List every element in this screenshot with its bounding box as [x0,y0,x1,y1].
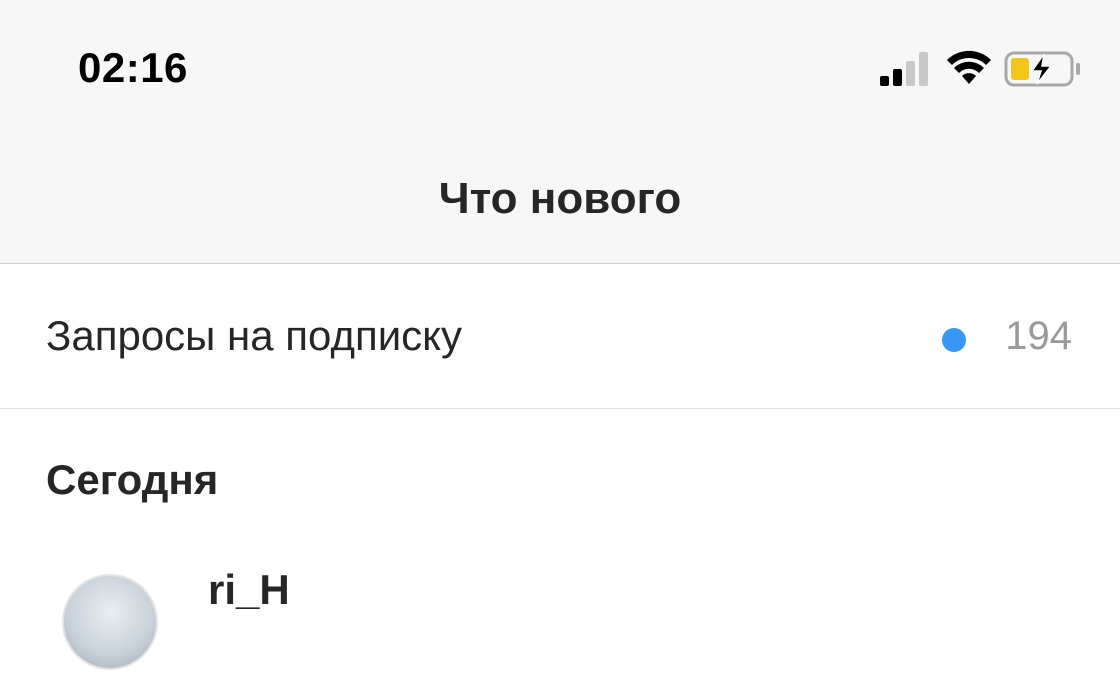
activity-item[interactable]: ri_H [0,560,1120,680]
cellular-signal-icon [880,52,928,86]
activity-username[interactable]: ri_H [208,566,290,614]
nav-header: Что нового [0,140,1120,264]
battery-charging-icon [1004,51,1080,87]
follow-requests-row[interactable]: Запросы на подписку 194 [0,264,1120,409]
wifi-icon [947,50,991,84]
unread-dot-badge [942,328,966,352]
follow-requests-count: 194 [1005,314,1072,358]
status-time: 02:16 [78,44,188,91]
page-title: Что нового [438,174,682,223]
follow-requests-label: Запросы на подписку [46,312,463,359]
section-header-today: Сегодня [46,456,219,503]
avatar[interactable] [62,574,158,670]
status-bar: 02:16 [0,0,1120,140]
